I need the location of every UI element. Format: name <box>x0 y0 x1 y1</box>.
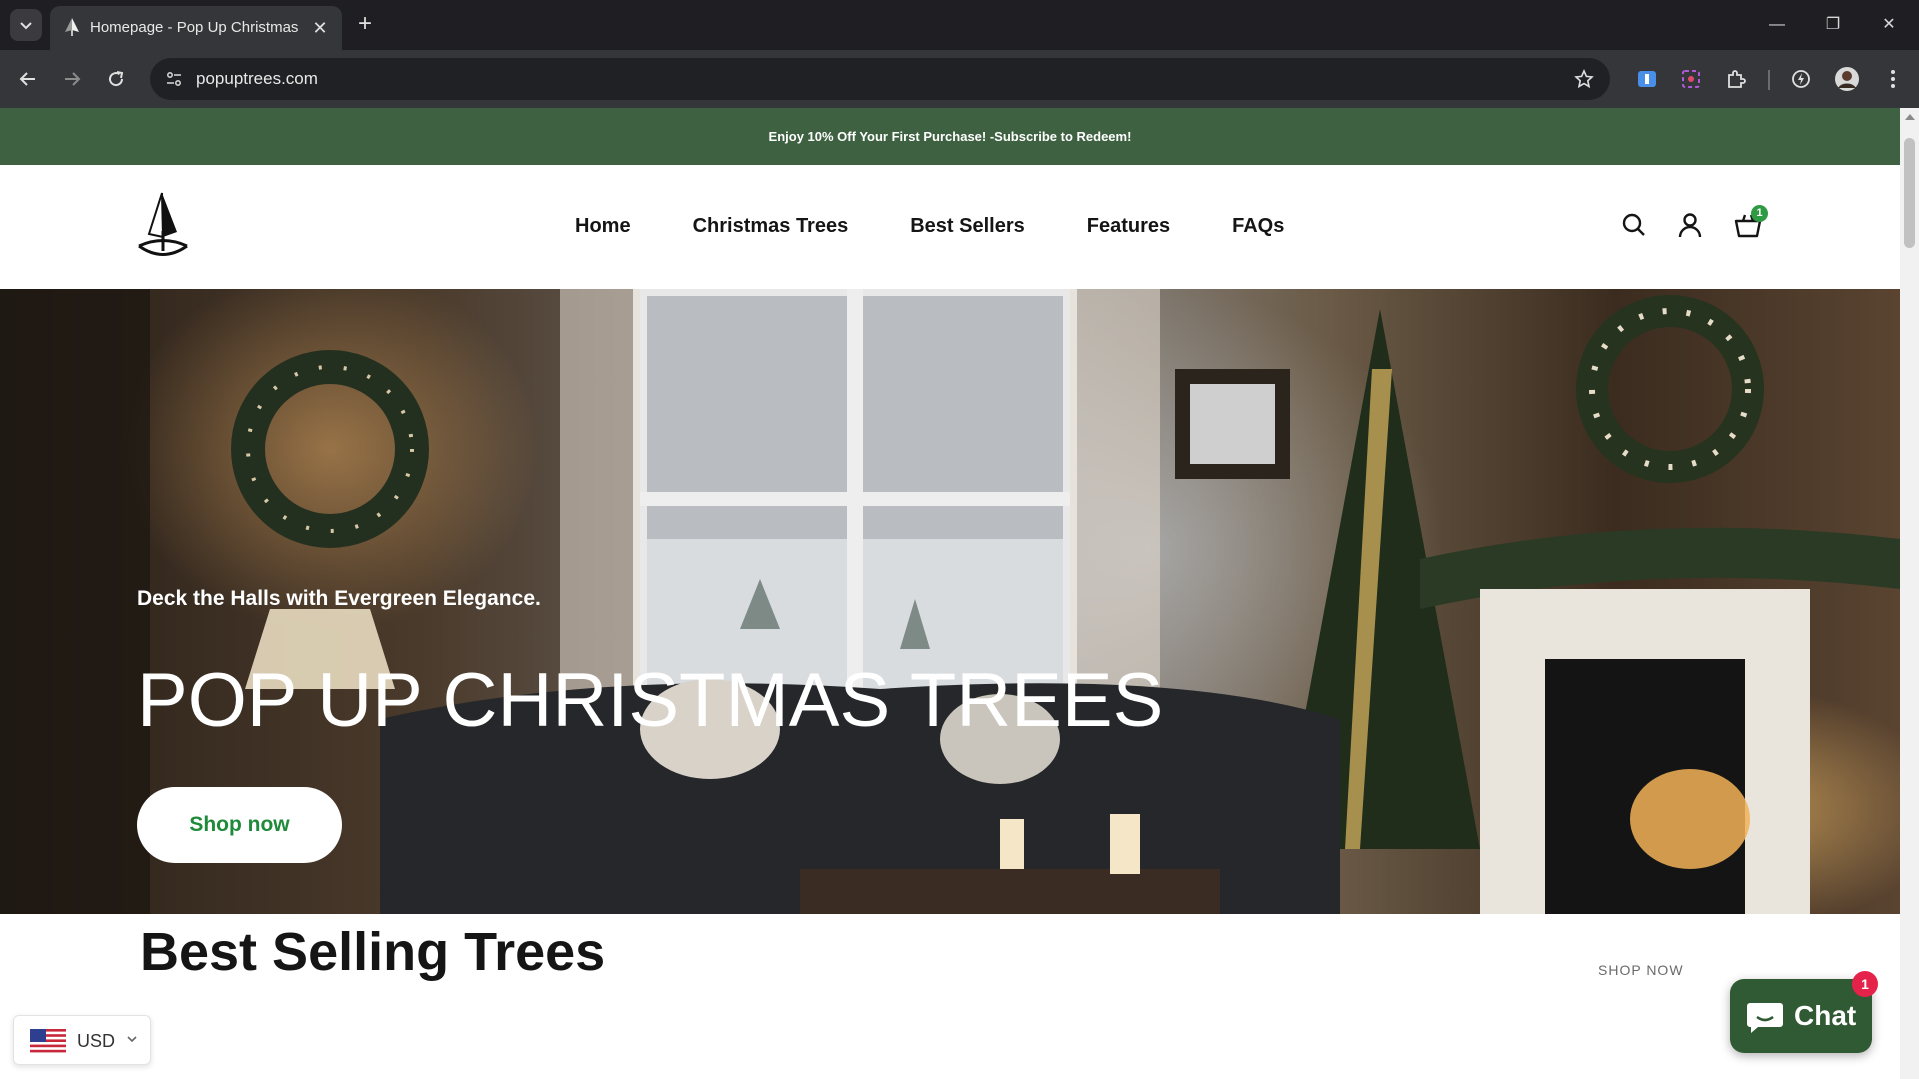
page-scrollbar[interactable] <box>1900 108 1919 1079</box>
page-viewport: Enjoy 10% Off Your First Purchase! -Subs… <box>0 108 1900 1079</box>
new-tab-button[interactable]: + <box>352 12 378 38</box>
search-icon <box>1622 213 1645 236</box>
site-info-icon[interactable] <box>162 67 186 91</box>
nav-best-sellers[interactable]: Best Sellers <box>910 211 1025 241</box>
bookmark-star-icon[interactable] <box>1572 67 1596 91</box>
site-logo[interactable] <box>133 191 193 259</box>
reload-icon <box>109 71 124 87</box>
tab-search-button[interactable] <box>10 9 42 41</box>
currency-code: USD <box>77 1031 116 1051</box>
profile-avatar[interactable] <box>1833 65 1861 93</box>
translate-extension-icon[interactable] <box>1633 65 1661 93</box>
chat-label: Chat <box>1794 1000 1857 1031</box>
performance-icon[interactable] <box>1787 65 1815 93</box>
screenshot-extension-icon[interactable] <box>1677 65 1705 93</box>
forward-icon <box>65 72 81 86</box>
back-icon <box>19 72 35 86</box>
us-flag-icon <box>30 1029 66 1053</box>
close-window-button[interactable]: ✕ <box>1874 12 1904 38</box>
scroll-up-arrow-icon[interactable] <box>1905 114 1915 120</box>
scroll-thumb[interactable] <box>1904 138 1915 248</box>
account-icon <box>1678 213 1702 238</box>
minimize-button[interactable]: — <box>1762 12 1792 38</box>
tab-close-icon[interactable]: ✕ <box>310 18 330 38</box>
nav-home[interactable]: Home <box>575 211 631 241</box>
chat-widget-button[interactable]: Chat <box>1730 979 1872 1053</box>
extension-icon[interactable] <box>1722 65 1750 93</box>
browser-tab-bar: Homepage - Pop Up Christmas ✕ + — ❐ ✕ <box>0 0 1919 50</box>
chevron-down-icon <box>127 1036 137 1043</box>
hero-banner: Deck the Halls with Evergreen Elegance. … <box>0 289 1900 914</box>
chevron-down-icon <box>20 22 32 30</box>
currency-selector[interactable]: USD <box>13 1015 151 1065</box>
url-text[interactable]: popuptrees.com <box>196 68 318 90</box>
best-selling-shop-now-link[interactable]: SHOP NOW <box>1598 962 1684 978</box>
browser-toolbar: popuptrees.com <box>0 50 1919 108</box>
best-selling-title: Best Selling Trees <box>140 922 606 982</box>
account-button[interactable] <box>1674 209 1706 241</box>
menu-icon[interactable] <box>1879 65 1907 93</box>
tab-title: Homepage - Pop Up Christmas <box>90 19 299 36</box>
cart-button[interactable]: 1 <box>1732 205 1768 241</box>
restore-button[interactable]: ❐ <box>1818 12 1848 38</box>
forward-button[interactable] <box>56 63 88 95</box>
chat-notification-badge: 1 <box>1852 971 1878 997</box>
search-button[interactable] <box>1618 209 1650 241</box>
cart-count-badge: 1 <box>1751 205 1768 222</box>
nav-christmas-trees[interactable]: Christmas Trees <box>693 211 849 241</box>
hero-title: POP UP CHRISTMAS TREES <box>137 658 1164 743</box>
address-bar[interactable]: popuptrees.com <box>150 58 1610 100</box>
browser-tab-active[interactable]: Homepage - Pop Up Christmas ✕ <box>50 6 342 50</box>
toolbar-divider <box>1768 70 1770 90</box>
nav-features[interactable]: Features <box>1087 211 1170 241</box>
reload-button[interactable] <box>100 63 132 95</box>
nav-faqs[interactable]: FAQs <box>1232 211 1284 241</box>
shop-now-button[interactable]: Shop now <box>137 787 342 863</box>
main-nav: Home Christmas Trees Best Sellers Featur… <box>575 211 1284 241</box>
hero-subtitle: Deck the Halls with Evergreen Elegance. <box>137 587 541 610</box>
announcement-bar[interactable]: Enjoy 10% Off Your First Purchase! -Subs… <box>0 108 1900 165</box>
chat-bubble-icon <box>1747 1003 1783 1033</box>
tree-favicon-icon <box>65 18 79 36</box>
back-button[interactable] <box>12 63 44 95</box>
site-header: Home Christmas Trees Best Sellers Featur… <box>0 165 1900 289</box>
